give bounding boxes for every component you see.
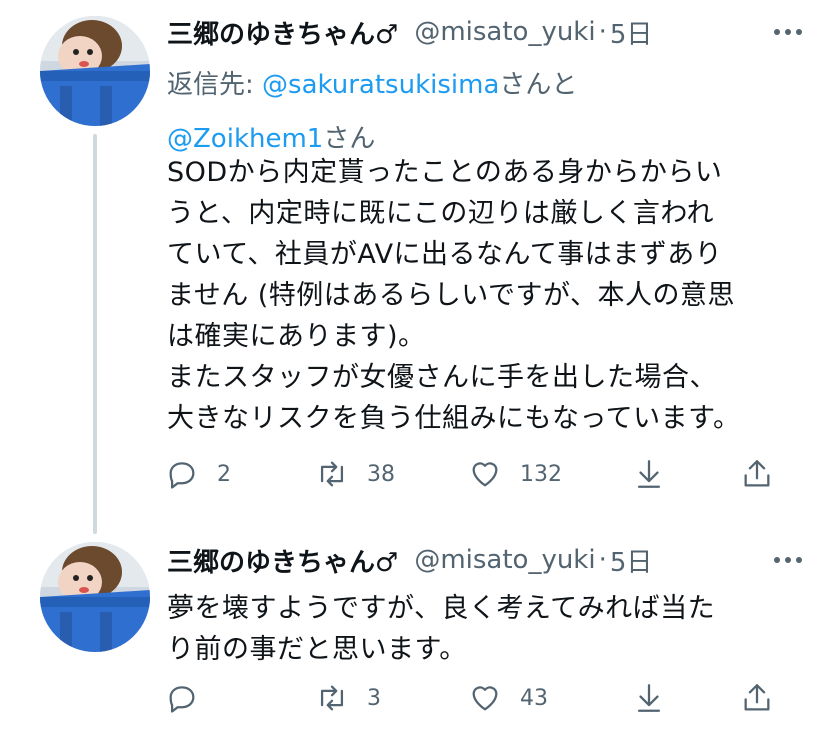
user-handle[interactable]: @misato_yuki	[414, 17, 595, 47]
tweet-text: SODから内定貰ったことのある身からからい うと、内定時に既にこの辺りは厳しく言…	[167, 152, 797, 439]
bookmark-button[interactable]	[632, 676, 666, 720]
retweet-count: 38	[367, 461, 395, 487]
reply-icon	[169, 686, 195, 713]
user-handle[interactable]: @misato_yuki	[414, 545, 595, 575]
share-icon	[744, 684, 770, 711]
share-button[interactable]	[740, 452, 774, 496]
more-horizontal-icon	[774, 557, 802, 563]
reply-icon	[169, 462, 195, 489]
more-options-button[interactable]	[768, 14, 808, 50]
heart-icon	[472, 462, 498, 487]
separator-dot: ·	[598, 17, 607, 47]
display-name[interactable]: 三郷のゆきちゃん♂	[167, 14, 398, 51]
share-icon	[744, 460, 770, 487]
text-line: SODから内定貰ったことのある身からからい	[167, 157, 723, 188]
reply-suffix: さんと	[499, 70, 578, 100]
reply-button[interactable]	[165, 676, 217, 720]
mention-link[interactable]: @Zoikhem1	[167, 124, 323, 154]
text-line: 大きなリスクを負う仕組みにもなっています。	[167, 403, 741, 434]
like-button[interactable]: 132	[468, 452, 562, 496]
display-name[interactable]: 三郷のゆきちゃん♂	[167, 542, 398, 579]
avatar[interactable]	[40, 542, 150, 652]
retweet-button[interactable]: 3	[315, 676, 381, 720]
tweet[interactable]: 三郷のゆきちゃん♂ @misato_yuki · 5日 夢を壊すようですが、良く…	[0, 530, 828, 735]
retweet-icon	[320, 461, 344, 487]
action-bar: 3 43	[160, 676, 790, 720]
text-line: は確実にあります)。	[167, 321, 426, 352]
text-line: うと、内定時に既にこの辺りは厳しく言われ	[167, 198, 715, 229]
reply-context: 返信先: @sakuratsukisimaさんと @Zoikhem1さん	[167, 58, 787, 166]
reply-label: 返信先:	[167, 70, 254, 100]
avatar-image	[40, 542, 150, 652]
reply-suffix: さん	[323, 124, 376, 154]
action-bar: 2 38 132	[160, 452, 790, 496]
thread-line	[93, 134, 97, 534]
tweet[interactable]: 三郷のゆきちゃん♂ @misato_yuki · 5日 返信先: @sakura…	[0, 0, 828, 534]
more-options-button[interactable]	[768, 542, 808, 578]
avatar-image	[40, 16, 150, 126]
like-count: 43	[520, 685, 548, 711]
share-button[interactable]	[740, 676, 774, 720]
avatar[interactable]	[40, 16, 150, 126]
heart-icon	[472, 686, 498, 711]
text-line: り前の事だと思います。	[167, 634, 467, 665]
text-line: ていて、社員がAVに出るなんて事はまずあり	[167, 239, 723, 270]
bookmark-button[interactable]	[632, 452, 666, 496]
separator-dot: ·	[598, 545, 607, 575]
bookmark-download-icon	[637, 684, 661, 712]
tweet-header: 三郷のゆきちゃん♂ @misato_yuki · 5日	[167, 14, 808, 50]
mention-link[interactable]: @sakuratsukisima	[262, 70, 499, 100]
text-line: またスタッフが女優さんに手を出した場合、	[167, 362, 717, 393]
tweet-header: 三郷のゆきちゃん♂ @misato_yuki · 5日	[167, 542, 808, 578]
retweet-button[interactable]: 38	[315, 452, 395, 496]
like-button[interactable]: 43	[468, 676, 548, 720]
text-line: ません (特例はあるらしいですが、本人の意思	[167, 280, 735, 311]
retweet-count: 3	[367, 685, 381, 711]
timestamp[interactable]: 5日	[610, 14, 653, 51]
tweet-text: 夢を壊すようですが、良く考えてみれば当た り前の事だと思います。	[167, 588, 797, 670]
more-horizontal-icon	[774, 29, 802, 35]
reply-count: 2	[217, 461, 231, 487]
reply-button[interactable]: 2	[165, 452, 231, 496]
text-line: 夢を壊すようですが、良く考えてみれば当た	[167, 593, 716, 624]
retweet-icon	[320, 685, 344, 711]
bookmark-download-icon	[637, 460, 661, 488]
like-count: 132	[520, 461, 562, 487]
timestamp[interactable]: 5日	[610, 542, 653, 579]
